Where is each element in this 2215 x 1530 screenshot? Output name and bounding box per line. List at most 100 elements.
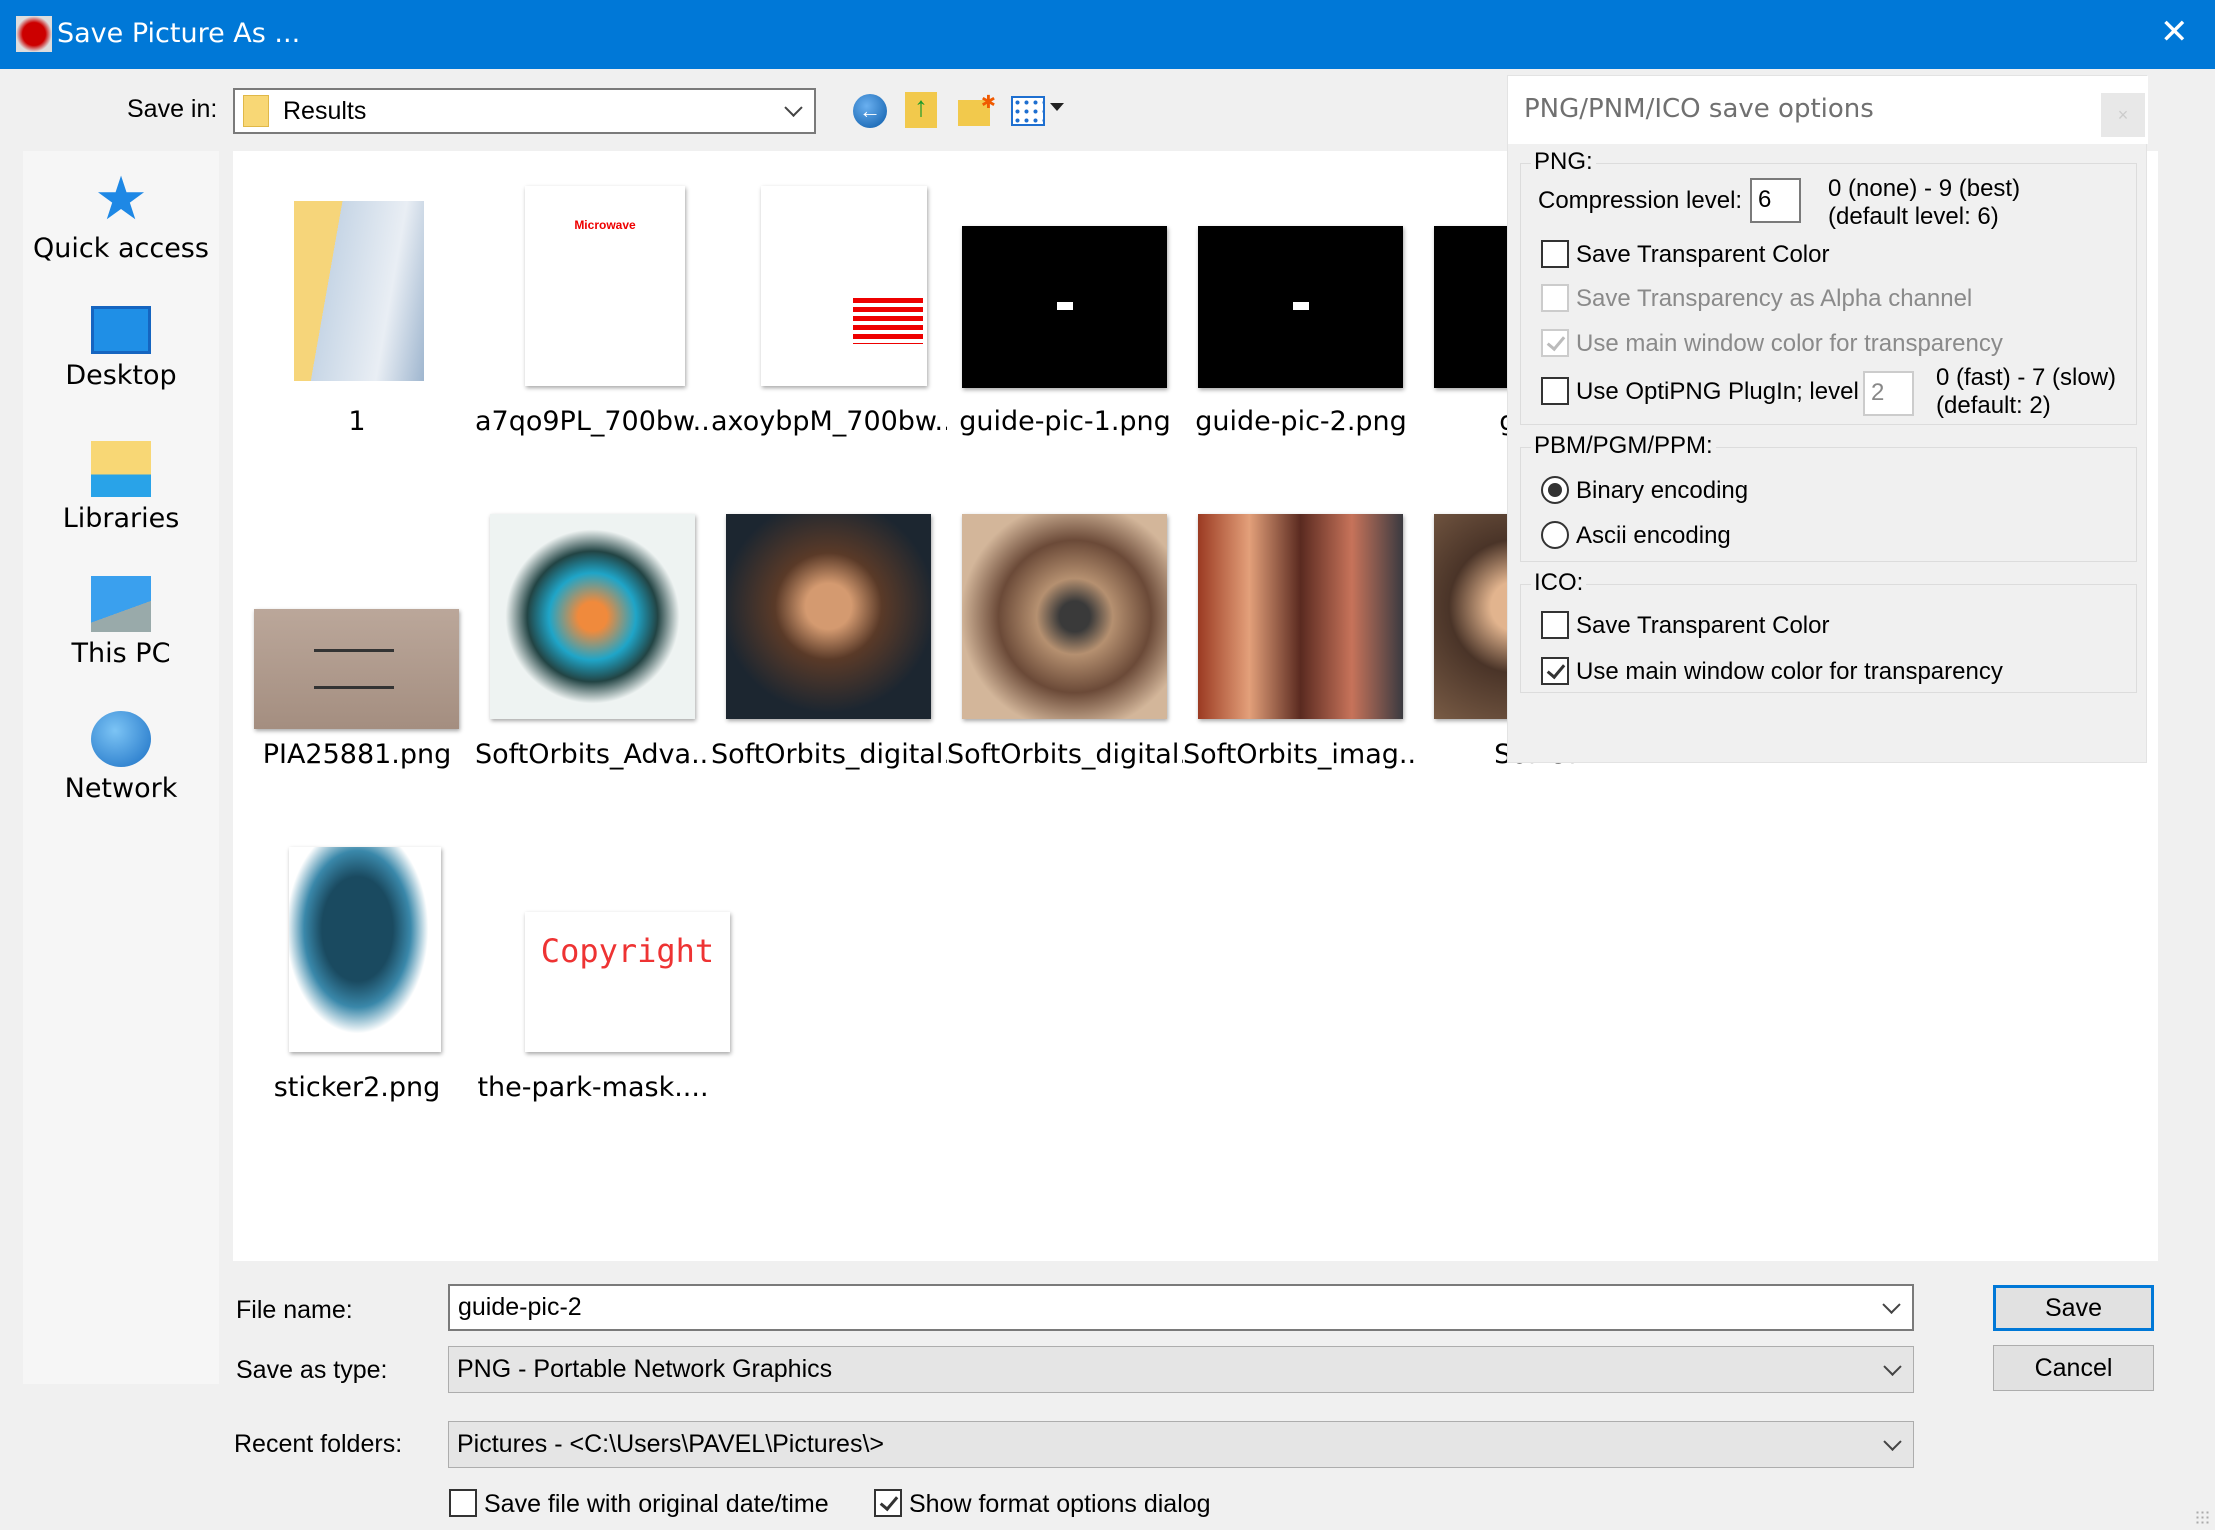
save-transparent-label: Save Transparent Color (1576, 241, 1830, 268)
options-header: PNG/PNM/ICO save options × (1508, 76, 2148, 144)
new-folder-icon[interactable]: ✱ (958, 92, 996, 126)
file-name: the-park-mask.... (477, 1072, 709, 1103)
save-in-combo[interactable]: Results (233, 88, 816, 134)
place-network[interactable]: Network (23, 711, 219, 804)
file-item[interactable]: SoftOrbits_imag... (1183, 499, 1419, 779)
file-name: PIA25881.png (262, 739, 452, 770)
file-name: SoftOrbits_imag... (1183, 739, 1419, 770)
chevron-down-icon (784, 98, 803, 117)
place-label: This PC (71, 638, 171, 669)
recent-folders-value: Pictures - <C:\Users\PAVEL\Pictures\> (457, 1430, 884, 1458)
options-close-button[interactable]: × (2101, 93, 2145, 137)
file-name-value: guide-pic-2 (458, 1293, 582, 1321)
file-name: SoftOrbits_digital... (947, 739, 1183, 770)
optipng-checkbox[interactable] (1541, 377, 1569, 405)
file-item[interactable]: SoftOrbits_digital... (711, 499, 947, 779)
image-thumbnail (1198, 226, 1403, 388)
file-name-input[interactable]: guide-pic-2 (448, 1284, 1914, 1331)
up-folder-icon[interactable]: ↑ (905, 92, 937, 128)
file-name: sticker2.png (273, 1072, 441, 1103)
file-item[interactable]: PIA25881.png (239, 499, 475, 779)
file-name: guide-pic-2.png (1195, 406, 1407, 437)
save-transparent-checkbox[interactable] (1541, 240, 1569, 268)
file-item[interactable]: SoftOrbits_Adva... (475, 499, 711, 779)
file-name: SoftOrbits_digital... (711, 739, 947, 770)
title-bar: Save Picture As ... ✕ (0, 0, 2215, 69)
chevron-down-icon[interactable] (1882, 1295, 1901, 1314)
image-thumbnail (289, 847, 441, 1052)
compression-default-text: (default level: 6) (1828, 203, 1999, 230)
alpha-checkbox (1541, 284, 1569, 312)
back-icon[interactable]: ← (853, 94, 887, 128)
file-name: SoftOrbits_Adva... (475, 739, 711, 770)
star-icon: ★ (94, 164, 148, 234)
binary-encoding-label: Binary encoding (1576, 477, 1749, 504)
show-options-label: Show format options dialog (909, 1490, 1211, 1518)
folder-icon (243, 95, 269, 127)
file-name: 1 (348, 406, 366, 437)
close-icon[interactable]: ✕ (2160, 12, 2189, 52)
save-type-label: Save as type: (236, 1356, 388, 1384)
file-item[interactable]: guide-pic-1.png (947, 166, 1183, 446)
place-quick-access[interactable]: ★ Quick access (23, 164, 219, 264)
save-type-select[interactable]: PNG - Portable Network Graphics (448, 1346, 1914, 1393)
compression-input[interactable]: 6 (1750, 178, 1801, 223)
ico-transparent-label: Save Transparent Color (1576, 612, 1830, 639)
options-panel: PNG/PNM/ICO save options × PNG: Compress… (1507, 75, 2148, 763)
place-this-pc[interactable]: This PC (23, 576, 219, 669)
ico-transparent-checkbox[interactable] (1541, 611, 1569, 639)
original-date-label: Save file with original date/time (484, 1490, 829, 1518)
file-item[interactable]: 1 (239, 166, 475, 446)
file-item[interactable]: Copyright the-park-mask.... (475, 832, 730, 1112)
file-item[interactable]: axoybpM_700bw... (711, 166, 947, 446)
original-date-checkbox[interactable] (449, 1489, 477, 1517)
view-menu-icon[interactable] (1011, 96, 1045, 126)
place-label: Desktop (65, 360, 177, 391)
libraries-icon (91, 441, 151, 497)
resize-grip[interactable] (2195, 1510, 2211, 1526)
ico-group-label: ICO: (1531, 569, 1587, 597)
optipng-label: Use OptiPNG PlugIn; level (1576, 378, 1859, 405)
computer-icon (91, 576, 151, 632)
image-thumbnail: Microwave (525, 186, 685, 386)
image-thumbnail (490, 514, 695, 719)
image-thumbnail (761, 186, 927, 386)
show-options-checkbox[interactable] (874, 1489, 902, 1517)
ascii-encoding-label: Ascii encoding (1576, 522, 1731, 549)
ico-use-main-label: Use main window color for transparency (1576, 658, 2003, 685)
ico-use-main-checkbox[interactable] (1541, 657, 1569, 685)
compression-range-text: 0 (none) - 9 (best) (1828, 175, 2021, 202)
view-dropdown-icon[interactable] (1050, 103, 1064, 111)
desktop-icon (91, 306, 151, 354)
file-item[interactable]: guide-pic-2.png (1183, 166, 1419, 446)
save-type-value: PNG - Portable Network Graphics (457, 1355, 833, 1383)
compression-range: 0 (none) - 9 (best) (default level: 6) (1828, 175, 2020, 231)
file-item[interactable]: Microwave a7qo9PL_700bw... (475, 166, 711, 446)
ascii-encoding-radio[interactable] (1541, 521, 1569, 549)
recent-folders-select[interactable]: Pictures - <C:\Users\PAVEL\Pictures\> (448, 1421, 1914, 1468)
places-bar: ★ Quick access Desktop Libraries This PC… (23, 151, 219, 1384)
save-in-label: Save in: (127, 95, 218, 123)
image-thumbnail (254, 609, 459, 729)
png-group-label: PNG: (1531, 148, 1596, 176)
save-button[interactable]: Save (1993, 1285, 2154, 1331)
image-thumbnail (962, 514, 1167, 719)
compression-label: Compression level: (1538, 187, 1743, 214)
image-thumbnail (726, 514, 931, 719)
recent-folders-label: Recent folders: (234, 1430, 403, 1458)
image-thumbnail (1198, 514, 1403, 719)
cancel-button[interactable]: Cancel (1993, 1345, 2154, 1391)
binary-encoding-radio[interactable] (1541, 476, 1569, 504)
alpha-label: Save Transparency as Alpha channel (1576, 285, 1973, 312)
place-desktop[interactable]: Desktop (23, 306, 219, 391)
file-item[interactable]: sticker2.png (239, 832, 475, 1112)
file-item[interactable]: SoftOrbits_digital... (947, 499, 1183, 779)
place-label: Quick access (33, 233, 209, 264)
place-label: Libraries (62, 503, 180, 534)
place-libraries[interactable]: Libraries (23, 441, 219, 534)
chevron-down-icon (1883, 1357, 1902, 1376)
image-thumbnail (962, 226, 1167, 388)
pnm-group-label: PBM/PGM/PPM: (1531, 432, 1716, 460)
use-main-color-label: Use main window color for transparency (1576, 330, 2003, 357)
save-in-value: Results (283, 96, 367, 125)
